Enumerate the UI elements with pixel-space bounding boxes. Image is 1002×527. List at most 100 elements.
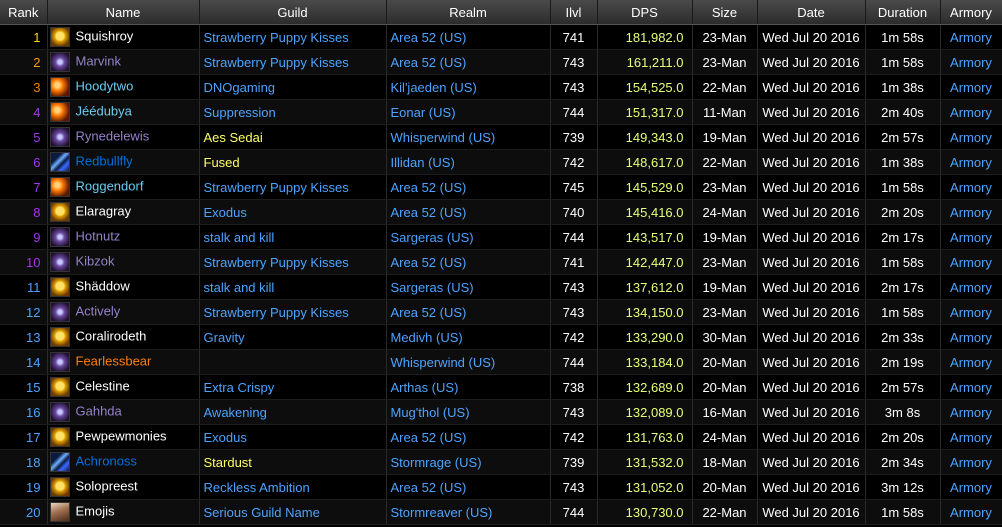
header-name[interactable]: Name xyxy=(47,0,200,25)
realm-cell[interactable]: Area 52 (US) xyxy=(386,49,551,75)
guild-cell[interactable]: Strawberry Puppy Kisses xyxy=(199,174,387,200)
realm-cell[interactable]: Whisperwind (US) xyxy=(386,349,551,375)
realm-cell[interactable]: Medivh (US) xyxy=(386,324,551,350)
armory-link[interactable]: Armory xyxy=(950,505,992,520)
armory-link[interactable]: Armory xyxy=(950,55,992,70)
name-cell[interactable]: Elaragray xyxy=(47,199,200,225)
realm-cell[interactable]: Kil'jaeden (US) xyxy=(386,74,551,100)
guild-cell[interactable]: Reckless Ambition xyxy=(199,474,387,500)
armory-link[interactable]: Armory xyxy=(950,130,992,145)
guild-cell[interactable]: Suppression xyxy=(199,99,387,125)
header-realm[interactable]: Realm xyxy=(386,0,551,25)
player-name[interactable]: Fearlessbear xyxy=(76,353,152,368)
name-cell[interactable]: Hoodytwo xyxy=(47,74,200,100)
armory-link[interactable]: Armory xyxy=(950,255,992,270)
name-cell[interactable]: Hotnutz xyxy=(47,224,200,250)
name-cell[interactable]: Achronoss xyxy=(47,449,200,475)
realm-cell[interactable]: Area 52 (US) xyxy=(386,424,551,450)
player-name[interactable]: Redbullfly xyxy=(76,153,133,168)
armory-link[interactable]: Armory xyxy=(950,155,992,170)
guild-cell[interactable]: Fused xyxy=(199,149,387,175)
player-name[interactable]: Elaragray xyxy=(76,203,132,218)
guild-cell[interactable]: Strawberry Puppy Kisses xyxy=(199,24,387,50)
realm-cell[interactable]: Stormrage (US) xyxy=(386,449,551,475)
player-name[interactable]: Celestine xyxy=(76,378,130,393)
armory-link[interactable]: Armory xyxy=(950,480,992,495)
name-cell[interactable]: Actively xyxy=(47,299,200,325)
realm-cell[interactable]: Sargeras (US) xyxy=(386,224,551,250)
name-cell[interactable]: Rynedelewis xyxy=(47,124,200,150)
guild-cell[interactable]: Strawberry Puppy Kisses xyxy=(199,299,387,325)
realm-cell[interactable]: Arthas (US) xyxy=(386,374,551,400)
name-cell[interactable]: Celestine xyxy=(47,374,200,400)
name-cell[interactable]: Roggendorf xyxy=(47,174,200,200)
guild-cell[interactable]: Exodus xyxy=(199,424,387,450)
guild-cell[interactable]: Extra Crispy xyxy=(199,374,387,400)
guild-cell[interactable]: Strawberry Puppy Kisses xyxy=(199,249,387,275)
armory-link[interactable]: Armory xyxy=(950,305,992,320)
armory-link[interactable]: Armory xyxy=(950,380,992,395)
realm-cell[interactable]: Area 52 (US) xyxy=(386,249,551,275)
name-cell[interactable]: Squishroy xyxy=(47,24,200,50)
guild-cell[interactable]: stalk and kill xyxy=(199,274,387,300)
header-guild[interactable]: Guild xyxy=(199,0,387,25)
player-name[interactable]: Squishroy xyxy=(76,28,134,43)
player-name[interactable]: Emojis xyxy=(76,503,115,518)
armory-link[interactable]: Armory xyxy=(950,430,992,445)
player-name[interactable]: Marvink xyxy=(76,53,122,68)
name-cell[interactable]: Redbullfly xyxy=(47,149,200,175)
name-cell[interactable]: Pewpewmonies xyxy=(47,424,200,450)
guild-cell[interactable]: Strawberry Puppy Kisses xyxy=(199,49,387,75)
player-name[interactable]: Rynedelewis xyxy=(76,128,150,143)
guild-cell[interactable]: Aes Sedai xyxy=(199,124,387,150)
guild-cell[interactable]: Exodus xyxy=(199,199,387,225)
player-name[interactable]: Pewpewmonies xyxy=(76,428,167,443)
name-cell[interactable]: Kibzok xyxy=(47,249,200,275)
player-name[interactable]: Hoodytwo xyxy=(76,78,134,93)
armory-link[interactable]: Armory xyxy=(950,205,992,220)
realm-cell[interactable]: Mug'thol (US) xyxy=(386,399,551,425)
player-name[interactable]: Jéédubya xyxy=(76,103,132,118)
guild-cell[interactable] xyxy=(199,349,387,375)
realm-cell[interactable]: Eonar (US) xyxy=(386,99,551,125)
name-cell[interactable]: Emojis xyxy=(47,499,200,525)
header-size[interactable]: Size xyxy=(692,0,758,25)
guild-cell[interactable]: DNOgaming xyxy=(199,74,387,100)
realm-cell[interactable]: Area 52 (US) xyxy=(386,299,551,325)
realm-cell[interactable]: Stormreaver (US) xyxy=(386,499,551,525)
name-cell[interactable]: Coralirodeth xyxy=(47,324,200,350)
header-ilvl[interactable]: Ilvl xyxy=(550,0,598,25)
header-duration[interactable]: Duration xyxy=(865,0,941,25)
name-cell[interactable]: Marvink xyxy=(47,49,200,75)
player-name[interactable]: Actively xyxy=(76,303,121,318)
guild-cell[interactable]: Stardust xyxy=(199,449,387,475)
header-rank[interactable]: Rank xyxy=(0,0,48,25)
realm-cell[interactable]: Sargeras (US) xyxy=(386,274,551,300)
player-name[interactable]: Solopreest xyxy=(76,478,138,493)
armory-link[interactable]: Armory xyxy=(950,455,992,470)
guild-cell[interactable]: stalk and kill xyxy=(199,224,387,250)
player-name[interactable]: Kibzok xyxy=(76,253,115,268)
armory-link[interactable]: Armory xyxy=(950,105,992,120)
armory-link[interactable]: Armory xyxy=(950,80,992,95)
player-name[interactable]: Hotnutz xyxy=(76,228,121,243)
name-cell[interactable]: Gahhda xyxy=(47,399,200,425)
armory-link[interactable]: Armory xyxy=(950,230,992,245)
player-name[interactable]: Gahhda xyxy=(76,403,122,418)
armory-link[interactable]: Armory xyxy=(950,405,992,420)
armory-link[interactable]: Armory xyxy=(950,280,992,295)
guild-cell[interactable]: Awakening xyxy=(199,399,387,425)
name-cell[interactable]: Jéédubya xyxy=(47,99,200,125)
header-dps[interactable]: DPS xyxy=(597,0,693,25)
player-name[interactable]: Shäddow xyxy=(76,278,130,293)
armory-link[interactable]: Armory xyxy=(950,355,992,370)
player-name[interactable]: Roggendorf xyxy=(76,178,144,193)
player-name[interactable]: Achronoss xyxy=(76,453,137,468)
guild-cell[interactable]: Serious Guild Name xyxy=(199,499,387,525)
realm-cell[interactable]: Illidan (US) xyxy=(386,149,551,175)
name-cell[interactable]: Shäddow xyxy=(47,274,200,300)
armory-link[interactable]: Armory xyxy=(950,30,992,45)
name-cell[interactable]: Solopreest xyxy=(47,474,200,500)
name-cell[interactable]: Fearlessbear xyxy=(47,349,200,375)
armory-link[interactable]: Armory xyxy=(950,330,992,345)
